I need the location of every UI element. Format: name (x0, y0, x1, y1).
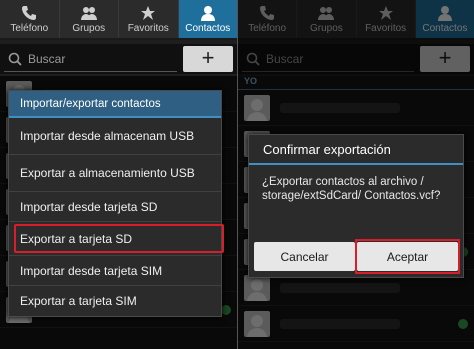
menu-title: Importar/exportar contactos (9, 91, 221, 118)
dialog-buttons: Cancelar Aceptar (249, 236, 463, 277)
tab-telefono[interactable]: Teléfono (0, 0, 60, 38)
menu-item-label: Exportar a almacenamiento USB (20, 166, 195, 180)
menu-item-import-usb[interactable]: Importar desde almacenam USB (9, 118, 221, 155)
tab-label: Contactos (185, 23, 231, 34)
phone-icon (22, 6, 37, 20)
tab-contactos[interactable]: Contactos (178, 0, 237, 38)
menu-item-export-usb[interactable]: Exportar a almacenamiento USB (9, 155, 221, 192)
menu-item-import-sim[interactable]: Importar desde tarjeta SIM (9, 256, 221, 286)
menu-item-label: Importar desde tarjeta SD (20, 199, 158, 214)
menu-item-export-sd[interactable]: Exportar a tarjeta SD (9, 222, 224, 256)
tab-bar: Teléfono Grupos Favoritos Contactos (0, 0, 237, 40)
accept-button[interactable]: Aceptar (355, 239, 460, 274)
groups-icon (80, 7, 97, 20)
tab-label: Teléfono (10, 23, 49, 34)
search-input[interactable]: Buscar (4, 46, 177, 72)
star-icon (141, 6, 156, 20)
confirm-export-dialog: Confirmar exportación ¿Exportar contacto… (248, 134, 464, 278)
dialog-message: ¿Exportar contactos al archivo / storage… (262, 176, 441, 202)
menu-item-export-sim[interactable]: Exportar a tarjeta SIM (9, 286, 221, 316)
phone-screen-left: Teléfono Grupos Favoritos Contactos Busc… (0, 0, 237, 349)
menu-item-label: Exportar a tarjeta SIM (20, 294, 137, 308)
cancel-label: Cancelar (280, 249, 329, 264)
menu-item-import-sd[interactable]: Importar desde tarjeta SD (9, 192, 221, 222)
highlight-box (355, 239, 460, 274)
phone-screen-right: Teléfono Grupos Favoritos Contactos Busc… (237, 0, 474, 349)
tab-label: Grupos (72, 23, 106, 34)
dialog-title: Confirmar exportación (249, 135, 463, 165)
contact-icon (200, 6, 215, 21)
highlight-box (14, 224, 224, 253)
menu-item-label: Importar desde almacenam USB (20, 129, 195, 143)
add-contact-button[interactable]: + (183, 46, 233, 72)
cancel-button[interactable]: Cancelar (254, 242, 355, 271)
tab-favoritos[interactable]: Favoritos (119, 0, 179, 38)
search-placeholder: Buscar (28, 51, 66, 66)
search-icon (8, 52, 22, 66)
tab-grupos[interactable]: Grupos (60, 0, 119, 38)
menu-item-label: Importar desde tarjeta SIM (20, 263, 163, 278)
search-bar: Buscar + (0, 44, 237, 74)
tab-label: Favoritos (127, 23, 169, 34)
import-export-menu: Importar/exportar contactos Importar des… (8, 90, 224, 317)
